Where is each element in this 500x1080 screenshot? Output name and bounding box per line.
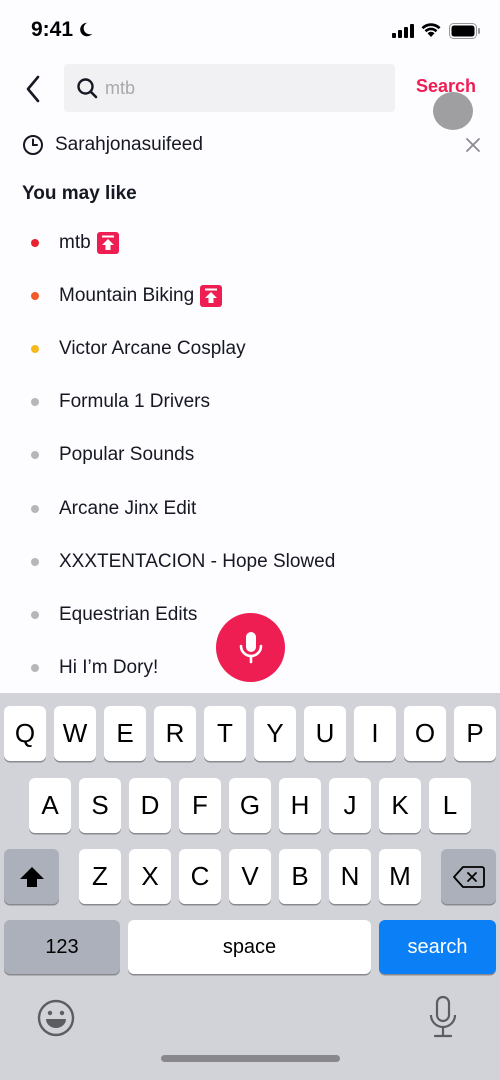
suggestion-label: Equestrian Edits (59, 603, 198, 625)
search-return-key[interactable]: search (379, 920, 496, 974)
chevron-left-icon (26, 75, 40, 103)
suggestion-item[interactable]: XXXTENTACION - Hope Slowed (0, 535, 500, 588)
suggestion-label: Formula 1 Drivers (59, 391, 210, 413)
trending-up-icon (200, 284, 223, 307)
suggestion-label: Hi I’m Dory! (59, 657, 159, 679)
touch-indicator (433, 92, 473, 130)
search-icon (77, 78, 98, 99)
signal-icon (392, 24, 414, 38)
battery-icon (449, 23, 480, 39)
rank-dot (31, 291, 39, 300)
voice-search-button[interactable] (216, 613, 285, 682)
key-a[interactable]: A (29, 778, 71, 833)
key-h[interactable]: H (279, 778, 321, 833)
search-box[interactable] (64, 64, 395, 112)
key-p[interactable]: P (454, 706, 496, 761)
section-title: You may like (22, 183, 137, 204)
backspace-key[interactable] (441, 849, 496, 904)
rank-dot (31, 238, 39, 247)
suggestion-label: mtb (59, 231, 91, 253)
key-v[interactable]: V (229, 849, 271, 904)
key-z[interactable]: Z (79, 849, 121, 904)
key-c[interactable]: C (179, 849, 221, 904)
key-w[interactable]: W (54, 706, 96, 761)
clock-icon (23, 135, 43, 155)
status-bar: 9:41 (0, 0, 500, 60)
suggestion-item[interactable]: mtb (0, 216, 500, 269)
rank-dot (31, 451, 39, 460)
key-t[interactable]: T (204, 706, 246, 761)
suggestion-label: Mountain Biking (59, 284, 195, 306)
suggestion-label: Popular Sounds (59, 444, 195, 466)
suggestion-label: Victor Arcane Cosplay (59, 337, 246, 359)
key-m[interactable]: M (379, 849, 421, 904)
close-icon[interactable] (463, 135, 483, 155)
microphone-icon (239, 631, 262, 663)
key-l[interactable]: L (429, 778, 471, 833)
key-j[interactable]: J (329, 778, 371, 833)
shift-icon (19, 866, 44, 887)
key-u[interactable]: U (304, 706, 346, 761)
rank-dot (31, 344, 39, 353)
key-n[interactable]: N (329, 849, 371, 904)
trending-up-icon (96, 231, 119, 254)
suggestion-item[interactable]: Formula 1 Drivers (0, 376, 500, 429)
search-input[interactable] (105, 64, 385, 112)
suggestion-label: XXXTENTACION - Hope Slowed (59, 550, 336, 572)
suggestion-item[interactable]: Popular Sounds (0, 429, 500, 482)
key-s[interactable]: S (79, 778, 121, 833)
key-d[interactable]: D (129, 778, 171, 833)
rank-dot (31, 664, 39, 673)
rank-dot (31, 610, 39, 619)
rank-dot (31, 557, 39, 566)
key-b[interactable]: B (279, 849, 321, 904)
key-g[interactable]: G (229, 778, 271, 833)
home-indicator (161, 1055, 340, 1062)
backspace-icon (452, 865, 485, 888)
suggestion-label: Arcane Jinx Edit (59, 497, 197, 519)
key-f[interactable]: F (179, 778, 221, 833)
key-k[interactable]: K (379, 778, 421, 833)
key-r[interactable]: R (154, 706, 196, 761)
history-item[interactable]: Sarahjonasuifeed (0, 126, 500, 164)
moon-icon (80, 22, 93, 37)
numbers-key[interactable]: 123 (4, 920, 120, 974)
dictation-icon[interactable] (428, 995, 458, 1039)
status-time: 9:41 (31, 18, 74, 41)
keyboard: 123 space search QWERTYUIOP ASDFGHJKL ZXCV… (0, 693, 500, 1080)
suggestion-item[interactable]: Mountain Biking (0, 269, 500, 322)
shift-key[interactable] (4, 849, 59, 904)
suggestion-item[interactable]: Victor Arcane Cosplay (0, 322, 500, 375)
key-y[interactable]: Y (254, 706, 296, 761)
key-i[interactable]: I (354, 706, 396, 761)
key-x[interactable]: X (129, 849, 171, 904)
back-button[interactable] (18, 72, 48, 106)
key-q[interactable]: Q (4, 706, 46, 761)
emoji-icon[interactable] (36, 998, 76, 1038)
wifi-icon (421, 23, 441, 37)
rank-dot (31, 504, 39, 513)
rank-dot (31, 398, 39, 407)
history-text: Sarahjonasuifeed (55, 134, 203, 155)
space-key[interactable]: space (128, 920, 371, 974)
key-o[interactable]: O (404, 706, 446, 761)
suggestion-item[interactable]: Arcane Jinx Edit (0, 482, 500, 535)
key-e[interactable]: E (104, 706, 146, 761)
